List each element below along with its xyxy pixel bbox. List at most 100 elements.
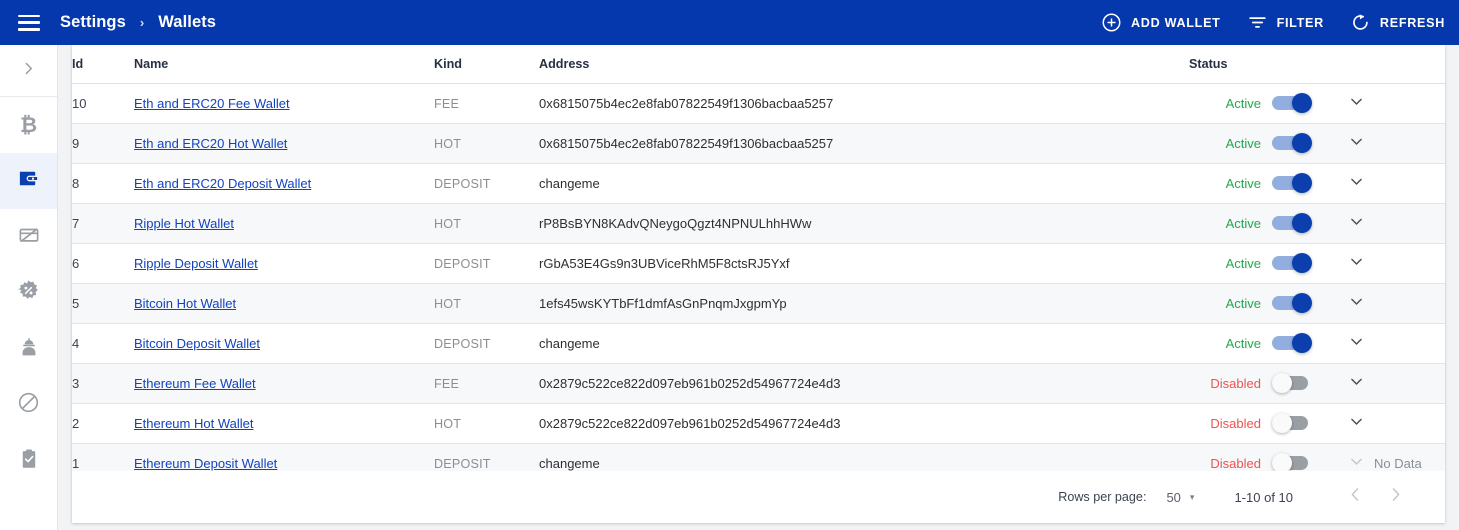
row-expand-button[interactable]: No Data: [1348, 453, 1422, 473]
table-row[interactable]: 9 Eth and ERC20 Hot Wallet HOT 0x6815075b4e…: [72, 123, 1445, 164]
row-expand-button[interactable]: [1348, 133, 1365, 153]
toggle-knob: [1292, 333, 1312, 353]
engineer-icon: [18, 336, 40, 363]
appbar-actions: ADD WALLET FILTER REFRESH: [1075, 12, 1445, 33]
filter-label: FILTER: [1276, 15, 1324, 30]
add-wallet-label: ADD WALLET: [1131, 15, 1221, 30]
table-row[interactable]: 10 Eth and ERC20 Fee Wallet FEE 0x6815075b4…: [72, 83, 1445, 124]
sidebar-item-cards[interactable]: [0, 209, 57, 265]
chevron-down-icon[interactable]: ▾: [1190, 492, 1195, 503]
row-expand-button[interactable]: [1348, 293, 1365, 313]
row-expand-button[interactable]: [1348, 413, 1365, 433]
wallet-name-link[interactable]: Eth and ERC20 Hot Wallet: [134, 136, 287, 151]
cell-kind: DEPOSIT: [434, 456, 491, 471]
row-expand-button[interactable]: [1348, 213, 1365, 233]
previous-page-button[interactable]: [1335, 477, 1375, 517]
ban-icon: [17, 391, 40, 419]
cell-address: 0x2879c522ce822d097eb961b0252d54967724e4…: [539, 375, 841, 391]
row-expand-button[interactable]: [1348, 93, 1365, 113]
percent-badge-icon: [17, 279, 40, 307]
status-toggle[interactable]: [1272, 133, 1318, 153]
chevron-down-icon: [1348, 373, 1365, 393]
cell-address: rGbA53E4Gs9n3UBViceRhM5F8ctsRJ5Yxf: [539, 255, 790, 271]
row-expand-button[interactable]: [1348, 333, 1365, 353]
table-row[interactable]: 2 Ethereum Hot Wallet HOT 0x2879c522ce822d0…: [72, 403, 1445, 444]
wallet-name-link[interactable]: Bitcoin Hot Wallet: [134, 296, 236, 311]
chevron-down-icon: [1348, 133, 1365, 153]
toggle-knob: [1292, 93, 1312, 113]
expand-sidebar[interactable]: [0, 45, 57, 97]
status-toggle[interactable]: [1272, 333, 1318, 353]
chevron-down-icon: [1348, 253, 1365, 273]
cell-id: 5: [72, 295, 80, 311]
column-header-address[interactable]: Address: [539, 45, 1189, 84]
status-toggle[interactable]: [1272, 373, 1318, 393]
status-toggle[interactable]: [1272, 293, 1318, 313]
table-row[interactable]: 6 Ripple Deposit Wallet DEPOSIT rGbA53E4Gs9…: [72, 243, 1445, 284]
cell-kind: FEE: [434, 376, 460, 391]
add-wallet-button[interactable]: ADD WALLET: [1101, 12, 1221, 33]
wallet-name-link[interactable]: Ethereum Fee Wallet: [134, 376, 256, 391]
cell-kind: FEE: [434, 96, 460, 111]
chevron-right-icon: [20, 60, 37, 82]
wallet-name-link[interactable]: Eth and ERC20 Fee Wallet: [134, 96, 290, 111]
chevron-down-icon: [1348, 93, 1365, 113]
status-toggle[interactable]: [1272, 253, 1318, 273]
refresh-button[interactable]: REFRESH: [1350, 12, 1445, 33]
cell-id: 7: [72, 215, 80, 231]
status-toggle[interactable]: [1272, 173, 1318, 193]
wallet-name-link[interactable]: Ethereum Hot Wallet: [134, 416, 253, 431]
breadcrumb-separator-icon: ›: [139, 15, 145, 30]
status-label: Disabled: [1210, 455, 1261, 471]
status-label: Active: [1225, 175, 1261, 191]
wallet-name-link[interactable]: Ethereum Deposit Wallet: [134, 456, 277, 471]
breadcrumb-wallets[interactable]: Wallets: [158, 13, 216, 32]
status-label: Disabled: [1210, 415, 1261, 431]
status-toggle[interactable]: [1272, 93, 1318, 113]
hamburger-menu-icon[interactable]: [18, 14, 40, 31]
breadcrumb-settings[interactable]: Settings: [60, 13, 126, 32]
wallet-name-link[interactable]: Eth and ERC20 Deposit Wallet: [134, 176, 311, 191]
sidebar-item-tasks[interactable]: [0, 433, 57, 489]
row-expand-button[interactable]: [1348, 253, 1365, 273]
table-row[interactable]: 8 Eth and ERC20 Deposit Wallet DEPOSIT chan…: [72, 163, 1445, 204]
table-row[interactable]: 3 Ethereum Fee Wallet FEE 0x2879c522ce822d0…: [72, 363, 1445, 404]
sidebar-item-fees[interactable]: [0, 265, 57, 321]
sidebar-item-wallets[interactable]: [0, 153, 57, 209]
table-row[interactable]: 5 Bitcoin Hot Wallet HOT 1efs45wsKYTbFf1dmf…: [72, 283, 1445, 324]
rows-per-page-select[interactable]: 50: [1166, 490, 1180, 505]
chevron-down-icon: [1348, 293, 1365, 313]
next-page-button[interactable]: [1375, 477, 1415, 517]
cell-kind: DEPOSIT: [434, 336, 491, 351]
content-area: Id Name Kind Address Status 10 Eth and ER…: [58, 45, 1459, 530]
top-app-bar: Settings › Wallets ADD WALLET FILTER REF…: [0, 0, 1459, 45]
wallet-name-link[interactable]: Ripple Deposit Wallet: [134, 256, 258, 271]
no-data-label: No Data: [1374, 455, 1422, 471]
row-expand-button[interactable]: [1348, 173, 1365, 193]
toggle-knob: [1292, 173, 1312, 193]
toggle-knob: [1292, 253, 1312, 273]
column-header-id[interactable]: Id: [72, 45, 134, 84]
table-row[interactable]: 7 Ripple Hot Wallet HOT rP8BsBYN8KAdvQNeygo…: [72, 203, 1445, 244]
pager-controls: [1335, 477, 1415, 517]
column-header-name[interactable]: Name: [134, 45, 434, 84]
row-expand-button[interactable]: [1348, 373, 1365, 393]
rows-per-page-label: Rows per page:: [1058, 490, 1147, 504]
column-header-status[interactable]: Status: [1189, 45, 1445, 84]
sidebar-item-blocklist[interactable]: [0, 377, 57, 433]
status-toggle[interactable]: [1272, 213, 1318, 233]
wallet-name-link[interactable]: Bitcoin Deposit Wallet: [134, 336, 260, 351]
sidebar-item-operators[interactable]: [0, 321, 57, 377]
cell-address: changeme: [539, 335, 600, 351]
filter-button[interactable]: FILTER: [1247, 12, 1324, 33]
sidebar-item-bitcoin[interactable]: ₿: [0, 97, 57, 153]
cell-id: 6: [72, 255, 80, 271]
table-row[interactable]: 4 Bitcoin Deposit Wallet DEPOSIT changeme Ac…: [72, 323, 1445, 364]
status-toggle[interactable]: [1272, 453, 1318, 473]
cell-id: 2: [72, 415, 80, 431]
wallet-name-link[interactable]: Ripple Hot Wallet: [134, 216, 234, 231]
status-toggle[interactable]: [1272, 413, 1318, 433]
chevron-left-icon: [1346, 485, 1365, 509]
toggle-knob: [1292, 293, 1312, 313]
column-header-kind[interactable]: Kind: [434, 45, 539, 84]
